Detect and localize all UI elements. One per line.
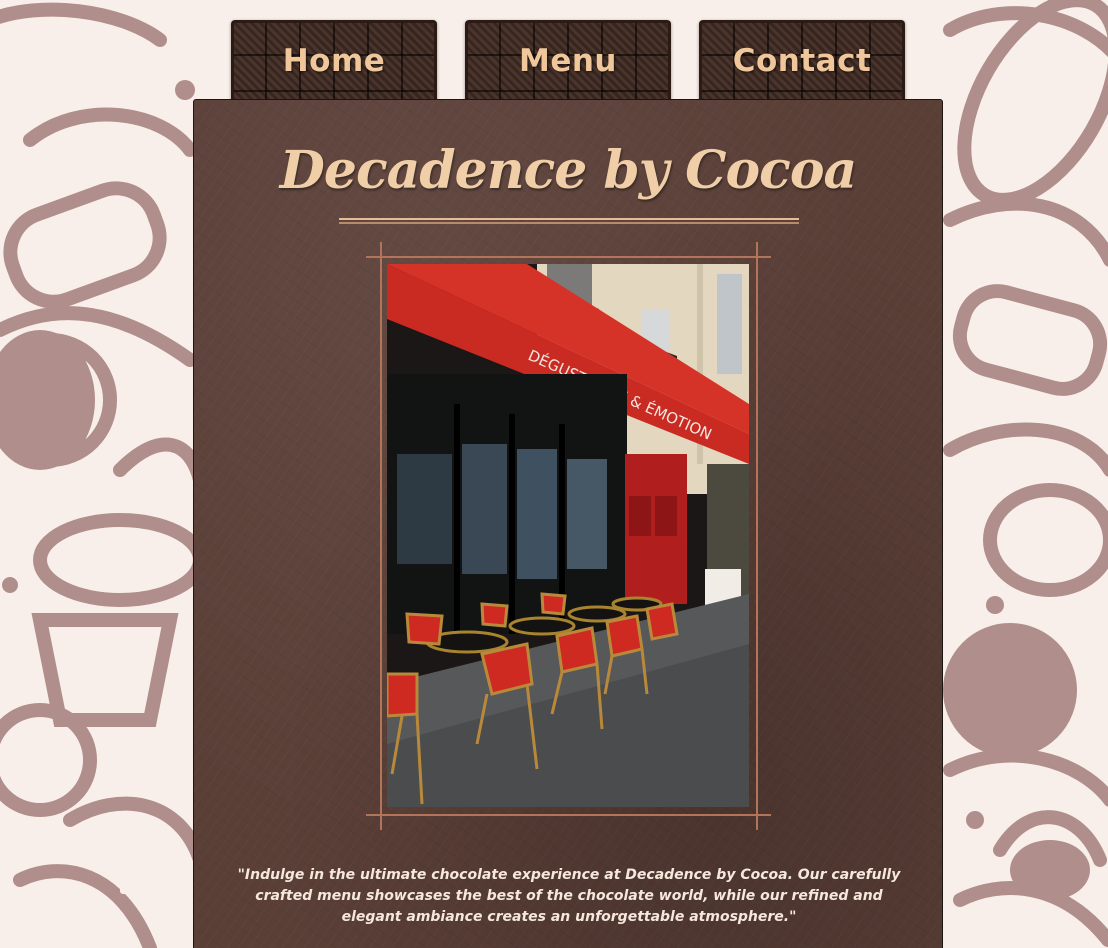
tagline-quote: "Indulge in the ultimate chocolate exper… bbox=[237, 867, 901, 925]
cafe-storefront-photo: DÉGUSTATION & ÉMOTION bbox=[387, 264, 749, 807]
nav-menu-button[interactable]: Menu bbox=[465, 20, 671, 102]
nav-contact-button[interactable]: Contact bbox=[699, 20, 905, 102]
title-underline bbox=[339, 218, 799, 220]
content-panel: Decadence by Cocoa DÉGUSTATION & ÉMOTION bbox=[193, 99, 943, 948]
nav-home-label: Home bbox=[282, 43, 386, 79]
page-title: Decadence by Cocoa bbox=[279, 140, 857, 201]
nav-contact-label: Contact bbox=[732, 43, 872, 79]
nav-menu-label: Menu bbox=[518, 43, 617, 79]
main-nav: Home Menu Contact bbox=[0, 20, 1108, 102]
nav-home-button[interactable]: Home bbox=[231, 20, 437, 102]
